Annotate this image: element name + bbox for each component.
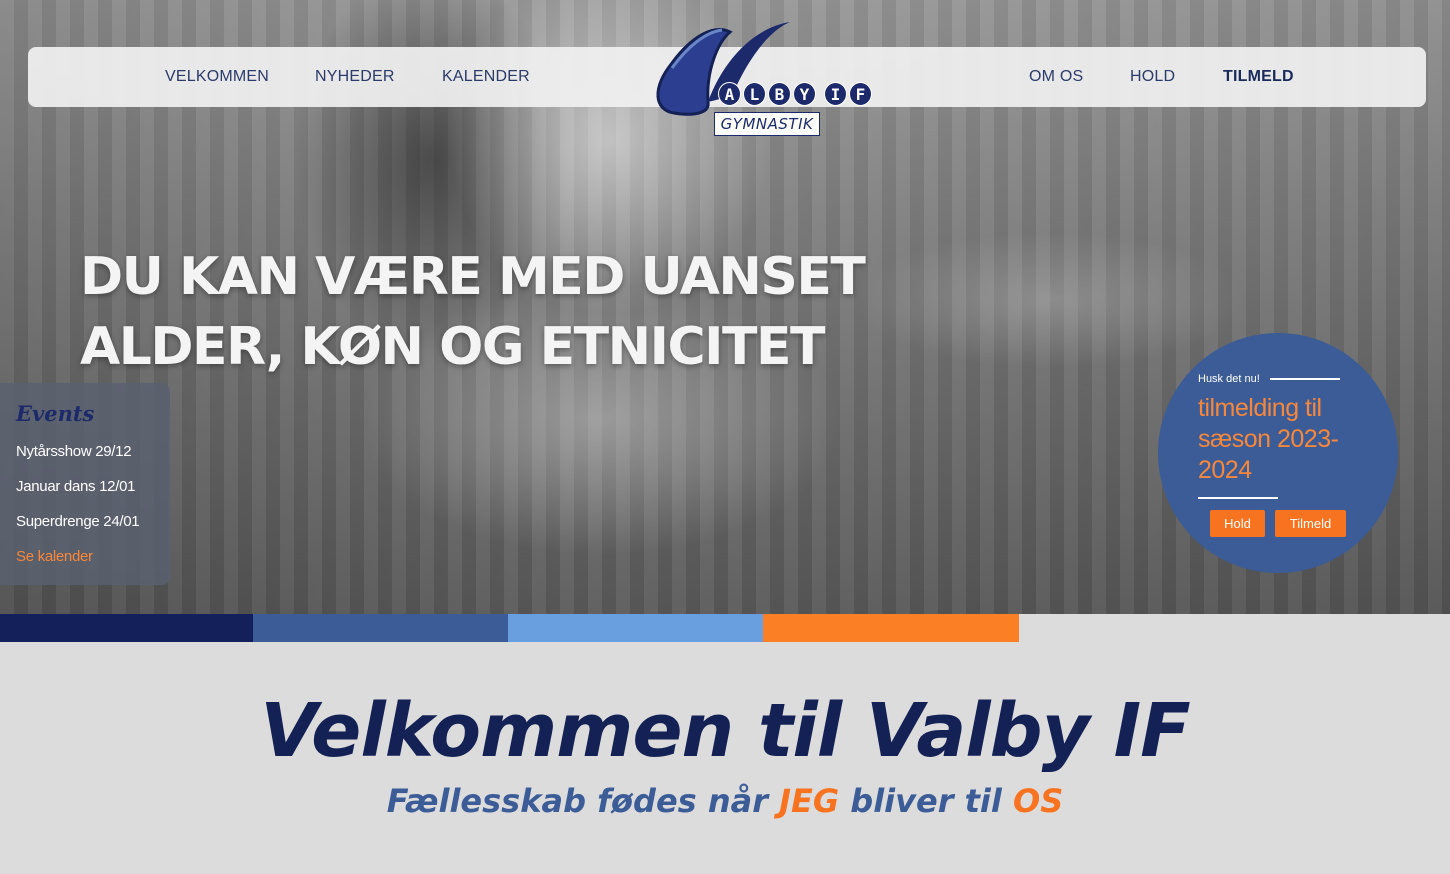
logo-subtitle: GYMNASTIK [714, 112, 820, 136]
logo-letter: B [768, 82, 791, 106]
promo-divider-bottom [1198, 497, 1278, 499]
logo-letter: F [849, 82, 872, 106]
color-stripe-blue [253, 614, 508, 642]
nav-link-kalender[interactable]: KALENDER [442, 68, 530, 86]
nav-link-om-os[interactable]: OM OS [1029, 68, 1083, 86]
tagline-text: bliver til [839, 782, 1013, 820]
tagline-highlight-os: OS [1013, 782, 1064, 820]
logo-letter: A [718, 82, 741, 106]
logo-letter: L [743, 82, 766, 106]
logo-letter: I [824, 82, 847, 106]
promo-title: tilmelding til sæson 2023-2024 [1198, 394, 1339, 484]
event-item[interactable]: Nytårsshow 29/12 [16, 443, 132, 460]
welcome-tagline: Fællesskab fødes når JEG bliver til OS [0, 782, 1450, 820]
hero-headline: DU KAN VÆRE MED UANSET ALDER, KØN OG ETN… [80, 242, 866, 382]
tagline-highlight-jeg: JEG [779, 782, 840, 820]
promo-divider-top [1270, 378, 1340, 380]
see-calendar-link[interactable]: Se kalender [16, 548, 93, 565]
promo-hold-button[interactable]: Hold [1210, 510, 1265, 537]
color-stripe-orange [763, 614, 1019, 642]
color-stripe-light-blue [508, 614, 763, 642]
signup-promo-circle: Husk det nu! tilmelding til sæson 2023-2… [1158, 333, 1398, 573]
nav-link-nyheder[interactable]: NYHEDER [315, 68, 395, 86]
logo-letter: Y [793, 82, 816, 106]
nav-link-hold[interactable]: HOLD [1130, 68, 1175, 86]
color-stripe-navy [0, 614, 253, 642]
event-item[interactable]: Superdrenge 24/01 [16, 513, 140, 530]
hero-headline-line-1: DU KAN VÆRE MED UANSET [80, 247, 866, 307]
welcome-title: Velkommen til Valby IF [260, 688, 1190, 774]
promo-tilmeld-button[interactable]: Tilmeld [1275, 510, 1346, 537]
nav-link-velkommen[interactable]: VELKOMMEN [165, 68, 269, 86]
event-item[interactable]: Januar dans 12/01 [16, 478, 135, 495]
events-panel: Events Nytårsshow 29/12 Januar dans 12/0… [0, 383, 170, 585]
logo-letters: A L B Y I F [718, 82, 872, 106]
nav-link-tilmeld[interactable]: TILMELD [1223, 68, 1294, 86]
valby-if-logo[interactable]: A L B Y I F GYMNASTIK [652, 18, 872, 138]
hero-headline-line-2: ALDER, KØN OG ETNICITET [80, 317, 825, 377]
tagline-text: Fællesskab fødes når [386, 782, 780, 820]
promo-kicker: Husk det nu! [1198, 373, 1260, 385]
events-title: Events [16, 401, 95, 426]
